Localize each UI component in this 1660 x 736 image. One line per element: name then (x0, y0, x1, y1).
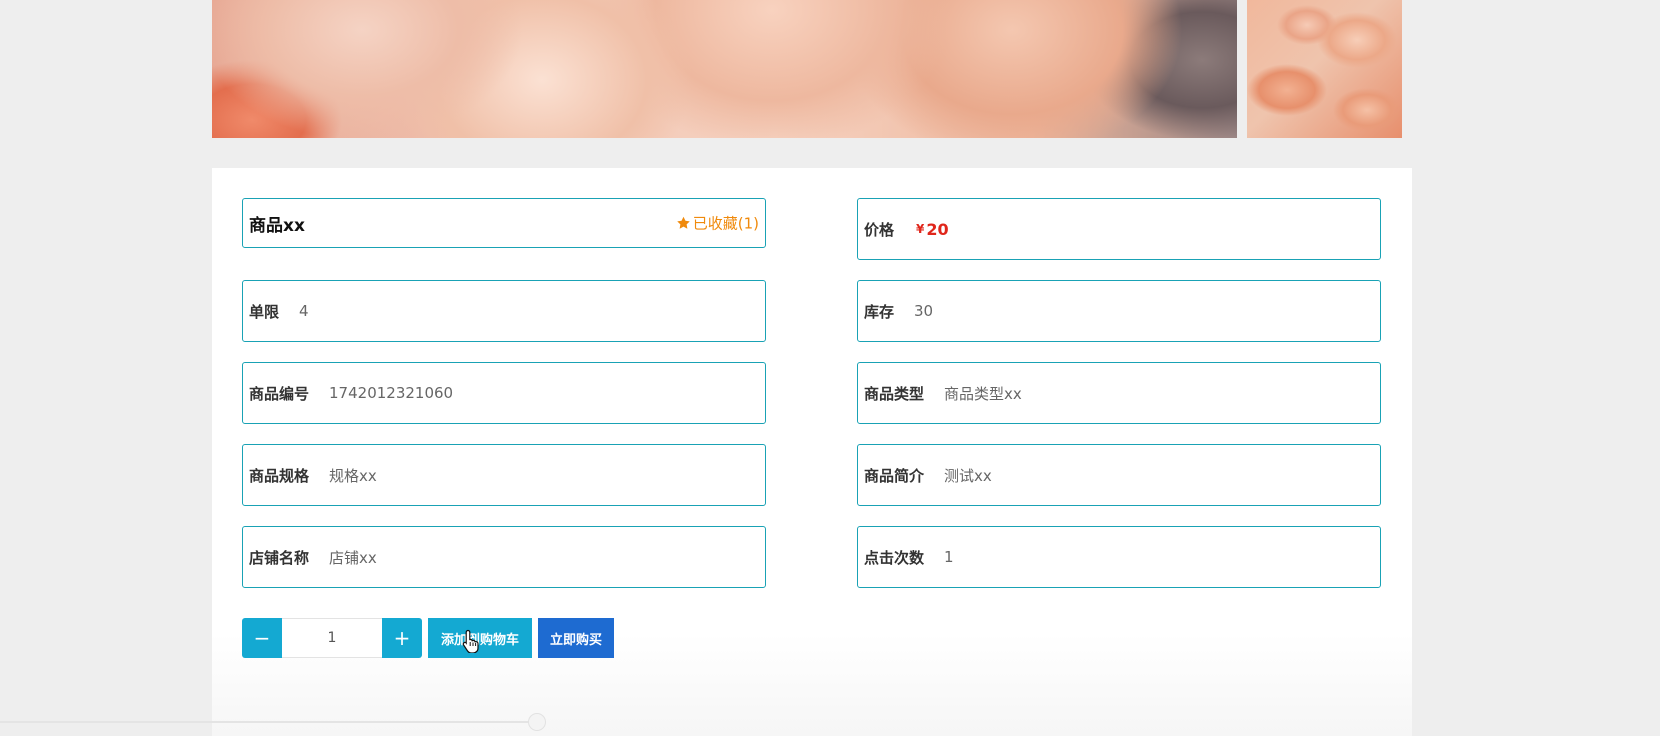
type-label: 商品类型 (864, 384, 925, 403)
limit-value: 4 (299, 302, 309, 320)
stock-label: 库存 (864, 302, 895, 321)
spec-value: 规格xx (329, 466, 377, 485)
clicks-value: 1 (944, 548, 954, 566)
product-image-gallery (212, 0, 1402, 138)
spec-label: 商品规格 (249, 466, 310, 485)
intro-label: 商品简介 (864, 466, 925, 485)
price-value: 20 (926, 219, 949, 239)
next-product-image[interactable] (1247, 0, 1402, 138)
shop-box: 店铺名称 店铺xx (242, 526, 766, 588)
clicks-label: 点击次数 (864, 548, 925, 567)
quantity-input[interactable] (282, 618, 382, 658)
code-box: 商品编号 1742012321060 (242, 362, 766, 424)
shop-value: 店铺xx (329, 548, 377, 567)
limit-box: 单限 4 (242, 280, 766, 342)
buy-now-button[interactable]: 立即购买 (538, 618, 614, 658)
intro-box: 商品简介 测试xx (857, 444, 1381, 506)
price-box: 价格 ¥ 20 (857, 198, 1381, 260)
favorite-count-label: 已收藏(1) (692, 214, 759, 233)
shop-label: 店铺名称 (249, 548, 310, 567)
product-title-box: 商品xx 已收藏(1) (242, 198, 766, 248)
stock-value: 30 (914, 302, 934, 320)
stock-box: 库存 30 (857, 280, 1381, 342)
price-symbol: ¥ (916, 222, 925, 236)
price-label: 价格 (864, 220, 895, 239)
limit-label: 单限 (249, 302, 280, 321)
intro-value: 测试xx (944, 466, 992, 485)
product-detail-panel: 商品xx 已收藏(1) 价格 ¥ 20 单限 4 库存 30 商品编号 1742… (212, 168, 1412, 736)
purchase-controls: − + 添加到购物车 立即购买 (242, 618, 614, 658)
favorite-button[interactable]: 已收藏(1) (676, 213, 759, 234)
main-product-image[interactable] (212, 0, 1237, 138)
spec-box: 商品规格 规格xx (242, 444, 766, 506)
type-box: 商品类型 商品类型xx (857, 362, 1381, 424)
code-value: 1742012321060 (329, 384, 454, 402)
scroll-handle[interactable] (528, 713, 546, 731)
scroll-track[interactable] (0, 721, 540, 723)
product-name: 商品xx (249, 215, 305, 236)
add-to-cart-button[interactable]: 添加到购物车 (428, 618, 532, 658)
clicks-box: 点击次数 1 (857, 526, 1381, 588)
decrease-quantity-button[interactable]: − (242, 618, 282, 658)
star-icon (677, 216, 690, 229)
increase-quantity-button[interactable]: + (382, 618, 422, 658)
type-value: 商品类型xx (944, 384, 1022, 403)
code-label: 商品编号 (249, 384, 310, 403)
